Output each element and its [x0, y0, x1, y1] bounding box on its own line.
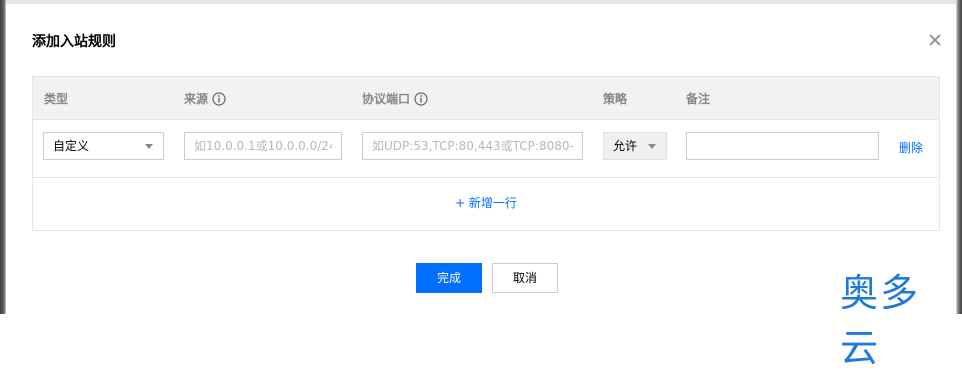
header-remark: 备注 [686, 92, 711, 106]
close-icon[interactable] [926, 31, 944, 49]
rules-table: 类型 来源 协议端口 策略 备注 自定义 如10.0.0.1或10.0.0.0/… [32, 76, 940, 231]
background-page-edge-right [956, 0, 962, 314]
table-header: 类型 来源 协议端口 策略 备注 [33, 77, 939, 120]
header-policy: 策略 [603, 92, 628, 106]
header-source: 来源 [184, 90, 226, 107]
port-input[interactable] [362, 132, 583, 160]
caret-down-icon [648, 144, 656, 149]
confirm-button[interactable]: 完成 [416, 263, 482, 293]
watermark-logo: 奥多云 [840, 271, 921, 370]
dialog-title: 添加入站规则 [32, 34, 116, 50]
info-icon[interactable] [212, 91, 226, 106]
source-input[interactable] [184, 132, 342, 160]
add-row-link[interactable]: + 新增一行 [33, 194, 939, 211]
policy-select[interactable]: 允许 [603, 132, 667, 160]
header-port: 协议端口 [362, 90, 428, 107]
table-row: 自定义 允许 删除 [33, 119, 939, 178]
remark-input[interactable] [686, 132, 879, 160]
add-inbound-rule-dialog: 添加入站规则 类型 来源 协议端口 策略 备注 自定义 如10.0.0.1或10… [6, 4, 956, 370]
cancel-button[interactable]: 取消 [492, 263, 558, 293]
delete-row-link[interactable]: 删除 [899, 139, 923, 156]
header-type: 类型 [44, 92, 69, 106]
type-select[interactable]: 自定义 [43, 132, 164, 160]
caret-down-icon [145, 144, 153, 149]
info-icon[interactable] [414, 91, 428, 106]
